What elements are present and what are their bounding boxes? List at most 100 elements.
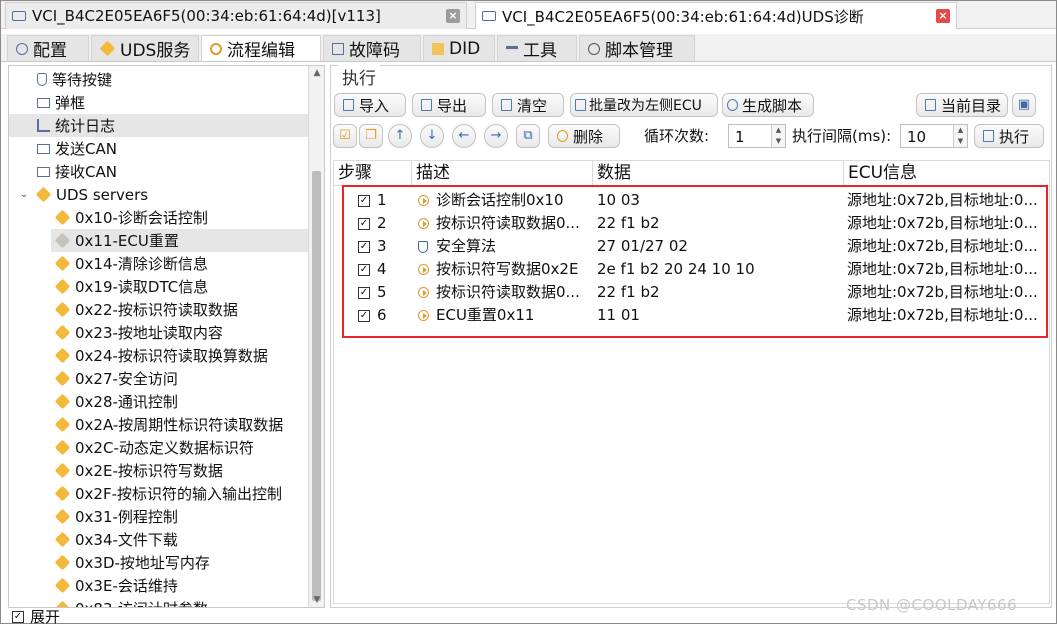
tab-dtc[interactable]: 故障码 (323, 35, 421, 61)
tree-item-service[interactable]: 0x22-按标识符读取数据 (54, 298, 238, 321)
close-icon[interactable]: × (936, 9, 950, 23)
tree-item-service[interactable]: 0x34-文件下载 (54, 528, 178, 551)
column-header-ecu[interactable]: ECU信息 (844, 161, 1049, 186)
spinner-arrows[interactable]: ▲ ▼ (771, 125, 785, 147)
tree-item-service[interactable]: 0x2C-动态定义数据标识符 (54, 436, 254, 459)
play-icon (418, 195, 429, 206)
tree-item-service[interactable]: 0x10-诊断会话控制 (54, 206, 208, 229)
import-button[interactable]: 导入 (334, 93, 406, 117)
tree-item-label: 0x3E-会话维持 (75, 577, 178, 595)
select-all-button[interactable]: ☑ (333, 124, 357, 148)
desc-cell: 按标识符写数据0x2E (418, 258, 590, 281)
tree-item-label: 0x2F-按标识符的输入输出控制 (75, 485, 283, 503)
tree-item-service[interactable]: 0x3E-会话维持 (54, 574, 178, 597)
scroll-down-icon[interactable]: ▼ (309, 593, 324, 607)
move-down-button[interactable]: ↓ (420, 124, 444, 148)
chevron-down-icon[interactable]: ⌄ (17, 189, 31, 200)
column-header-data[interactable]: 数据 (593, 161, 844, 186)
tree-item-service[interactable]: 0x24-按标识符读取换算数据 (54, 344, 268, 367)
table-row[interactable]: ✓ 1 诊断会话控制0x10 10 03 源地址:0x72b,目标地址:0... (334, 189, 1049, 212)
service-icon (54, 462, 71, 479)
scrollbar-thumb[interactable] (312, 171, 321, 601)
tree-group-label: UDS servers (56, 185, 149, 204)
step-checkbox[interactable]: ✓ (358, 286, 370, 299)
tab-script-manage[interactable]: 脚本管理 (579, 35, 695, 61)
move-right-button[interactable]: → (484, 124, 508, 148)
tree-group-uds-servers[interactable]: ⌄ UDS servers (17, 183, 148, 206)
tree-item-service[interactable]: 0x14-清除诊断信息 (54, 252, 208, 275)
service-icon (54, 508, 71, 525)
tree-item-popup[interactable]: 弹框 (37, 91, 85, 114)
service-icon (54, 324, 71, 341)
export-button[interactable]: 导出 (412, 93, 486, 117)
tab-flow-edit[interactable]: 流程编辑 (201, 35, 321, 61)
tree-item-service[interactable]: 0x27-安全访问 (54, 367, 178, 390)
data-cell: 27 01/27 02 (597, 237, 688, 255)
service-icon (54, 577, 71, 594)
expand-toggle[interactable]: ✓ 展开 (12, 609, 60, 624)
ecu-cell: 源地址:0x72b,目标地址:0... (847, 283, 1038, 301)
execute-panel-title: 执行 (338, 64, 380, 89)
tree-item-send-can[interactable]: 发送CAN (37, 137, 117, 160)
tree-item-service[interactable]: 0x3D-按地址写内存 (54, 551, 210, 574)
tree-item-wait-key[interactable]: 等待按键 (37, 68, 112, 91)
move-up-button[interactable]: ↑ (388, 124, 412, 148)
tree-item-receive-can[interactable]: 接收CAN (37, 160, 117, 183)
table-row[interactable]: ✓ 6 ECU重置0x11 11 01 源地址:0x72b,目标地址:0... (334, 304, 1049, 327)
batch-ecu-button[interactable]: 批量改为左侧ECU (570, 93, 718, 117)
tab-label: UDS服务 (120, 41, 191, 61)
execute-button[interactable]: 执行 (974, 124, 1044, 148)
generate-script-button[interactable]: 生成脚本 (722, 93, 814, 117)
delete-button[interactable]: 删除 (548, 124, 620, 148)
tree-item-service[interactable]: 0x19-读取DTC信息 (54, 275, 208, 298)
tab-config[interactable]: 配置 (7, 35, 89, 61)
tree-item-service[interactable]: 0x11-ECU重置 (51, 229, 309, 252)
column-header-step[interactable]: 步骤 (334, 161, 412, 186)
close-icon[interactable]: × (446, 9, 460, 23)
step-number: 4 (377, 260, 387, 278)
loop-count-input[interactable]: 1 ▲ ▼ (728, 124, 786, 148)
step-checkbox[interactable]: ✓ (358, 194, 370, 207)
move-left-button[interactable]: ← (452, 124, 476, 148)
expand-label: 展开 (30, 609, 61, 624)
tab-tools[interactable]: 工具 (497, 35, 577, 61)
tab-label: 故障码 (349, 41, 400, 61)
service-icon (54, 255, 71, 272)
tree-item-service[interactable]: 0x23-按地址读取内容 (54, 321, 223, 344)
window-tab-uds[interactable]: VCI_B4C2E05EA6F5(00:34:eb:61:64:4d)UDS诊断… (475, 2, 957, 29)
service-icon (54, 232, 71, 249)
tree-item-service[interactable]: 0x83-访问计时参数 (54, 597, 208, 607)
step-checkbox[interactable]: ✓ (358, 240, 370, 253)
current-dir-button[interactable]: 当前目录 (916, 93, 1008, 117)
table-row[interactable]: ✓ 4 按标识符写数据0x2E 2e f1 b2 20 24 10 10 源地址:0x7… (334, 258, 1049, 281)
service-icon (35, 186, 52, 203)
table-row[interactable]: ✓ 2 按标识符读取数据0... 22 f1 b2 源地址:0x72b,目标地址:0..… (334, 212, 1049, 235)
settings-button[interactable]: ▣ (1012, 93, 1036, 117)
data-cell: 2e f1 b2 20 24 10 10 (597, 260, 755, 278)
tree-item-service[interactable]: 0x28-通讯控制 (54, 390, 178, 413)
clear-button[interactable]: 清空 (492, 93, 564, 117)
copy-button[interactable]: ⧉ (516, 124, 540, 148)
scroll-up-icon[interactable]: ▲ (309, 66, 324, 80)
tree-item-service[interactable]: 0x2A-按周期性标识符读取数据 (54, 413, 283, 436)
interval-input[interactable]: 10 ▲ ▼ (900, 124, 968, 148)
table-row[interactable]: ✓ 5 按标识符读取数据0... 22 f1 b2 源地址:0x72b,目标地址:0..… (334, 281, 1049, 304)
service-icon (54, 439, 71, 456)
tab-did[interactable]: DID (423, 35, 495, 61)
step-checkbox[interactable]: ✓ (358, 217, 370, 230)
window-tab-device[interactable]: VCI_B4C2E05EA6F5(00:34:eb:61:64:4d)[v113… (5, 2, 467, 29)
tree-item-service[interactable]: 0x31-例程控制 (54, 505, 178, 528)
table-row[interactable]: ✓ 3 安全算法 27 01/27 02 源地址:0x72b,目标地址:0... (334, 235, 1049, 258)
step-checkbox[interactable]: ✓ (358, 309, 370, 322)
spinner-arrows[interactable]: ▲ ▼ (953, 125, 967, 147)
refresh-icon (210, 42, 222, 55)
select-none-button[interactable]: ❐ (359, 124, 383, 148)
tree-item-stat-log[interactable]: 统计日志 (9, 114, 309, 137)
column-header-desc[interactable]: 描述 (412, 161, 593, 186)
tab-uds-service[interactable]: UDS服务 (91, 35, 199, 61)
tree-item-service[interactable]: 0x2E-按标识符写数据 (54, 459, 223, 482)
tree-scrollbar[interactable]: ▲ ▼ (308, 66, 324, 607)
expand-checkbox[interactable]: ✓ (12, 610, 24, 623)
step-checkbox[interactable]: ✓ (358, 263, 370, 276)
tree-item-service[interactable]: 0x2F-按标识符的输入输出控制 (54, 482, 283, 505)
